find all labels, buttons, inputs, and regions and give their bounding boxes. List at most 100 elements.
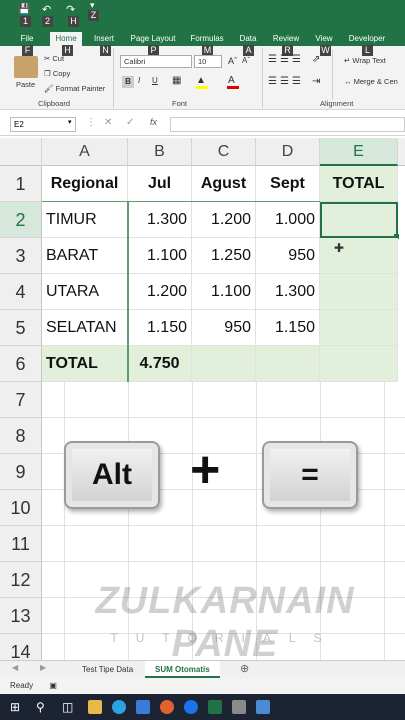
cell-a6[interactable]: TOTAL <box>42 346 128 382</box>
merge-center-button[interactable]: ↔ Merge & Cen <box>344 77 398 86</box>
shrink-font-icon[interactable]: Aˇ <box>242 56 250 65</box>
select-all-corner[interactable] <box>0 138 42 166</box>
cell-d3[interactable]: 950 <box>256 238 320 274</box>
cell-c3[interactable]: 1.250 <box>192 238 256 274</box>
cell-e6[interactable] <box>320 346 398 382</box>
undo-icon[interactable]: ↶ <box>42 3 51 16</box>
row-header-13[interactable]: 13 <box>0 598 42 634</box>
cell-b5[interactable]: 1.150 <box>128 310 192 346</box>
windows-start-icon[interactable]: ⊞ <box>10 700 24 714</box>
cell-e2-active[interactable] <box>320 202 398 238</box>
macro-record-icon[interactable]: ▣ <box>49 681 57 690</box>
cell-e3[interactable] <box>320 238 398 274</box>
app-icon[interactable] <box>232 700 246 714</box>
name-box[interactable]: E2 <box>10 117 76 132</box>
enter-icon[interactable]: ✓ <box>126 117 134 128</box>
cell-e5[interactable] <box>320 310 398 346</box>
tab-insert[interactable]: Insert <box>88 32 120 46</box>
redo-icon[interactable]: ↷ <box>66 3 75 16</box>
chrome-icon[interactable] <box>184 700 198 714</box>
column-header-a[interactable]: A <box>42 138 128 166</box>
row-header-5[interactable]: 5 <box>0 310 42 346</box>
excel-icon[interactable] <box>208 700 222 714</box>
indent-icon[interactable]: ⇥ <box>312 76 320 87</box>
row-header-10[interactable]: 10 <box>0 490 42 526</box>
cell-c6[interactable] <box>192 346 256 382</box>
cell-d5[interactable]: 1.150 <box>256 310 320 346</box>
next-sheet-icon[interactable]: ▶ <box>40 663 46 672</box>
app2-icon[interactable] <box>256 700 270 714</box>
borders-icon[interactable]: ▦ <box>172 75 181 86</box>
search-icon[interactable]: ⚲ <box>36 700 50 714</box>
wrap-text-button[interactable]: ↵ Wrap Text <box>344 56 386 65</box>
cell-b2[interactable]: 1.300 <box>128 202 192 238</box>
cell-e4[interactable] <box>320 274 398 310</box>
column-header-d[interactable]: D <box>256 138 320 166</box>
font-name-select[interactable]: Calibri <box>120 55 192 68</box>
row-header-11[interactable]: 11 <box>0 526 42 562</box>
cut-button[interactable]: ✂ Cut <box>44 54 64 63</box>
grow-font-icon[interactable]: Aˆ <box>228 56 237 66</box>
fill-color-icon[interactable]: ▲ <box>196 75 206 86</box>
sheet-tab-test-tipe-data[interactable]: Test Tipe Data <box>72 661 143 678</box>
customize-qat-icon[interactable]: ▾ <box>90 0 95 11</box>
add-sheet-icon[interactable]: ⊕ <box>240 662 249 675</box>
column-header-b[interactable]: B <box>128 138 192 166</box>
tab-developer[interactable]: Developer <box>344 32 390 46</box>
row-header-1[interactable]: 1 <box>0 166 42 202</box>
insert-function-icon[interactable]: fx <box>150 117 157 127</box>
cell-a3[interactable]: BARAT <box>42 238 128 274</box>
cell-d1[interactable]: Sept <box>256 166 320 202</box>
task-view-icon[interactable]: ◫ <box>62 700 76 714</box>
tab-home[interactable]: Home <box>50 32 82 46</box>
row-header-3[interactable]: 3 <box>0 238 42 274</box>
tab-formulas[interactable]: Formulas <box>186 32 228 46</box>
sheet-tab-sum-otomatis[interactable]: SUM Otomatis <box>145 661 220 678</box>
row-header-6[interactable]: 6 <box>0 346 42 382</box>
save-icon[interactable]: 💾 <box>18 4 30 15</box>
font-color-icon[interactable]: A <box>228 75 235 86</box>
cell-c2[interactable]: 1.200 <box>192 202 256 238</box>
formula-input[interactable] <box>170 117 405 132</box>
prev-sheet-icon[interactable]: ◀ <box>12 663 18 672</box>
paste-icon[interactable] <box>14 56 38 78</box>
cancel-icon[interactable]: ✕ <box>104 117 112 128</box>
column-header-f[interactable] <box>398 138 405 166</box>
row-header-12[interactable]: 12 <box>0 562 42 598</box>
store-icon[interactable] <box>136 700 150 714</box>
copy-button[interactable]: ❐ Copy <box>44 69 70 78</box>
cell-a1[interactable]: Regional <box>42 166 128 202</box>
cell-a2[interactable]: TIMUR <box>42 202 128 238</box>
row-header-2[interactable]: 2 <box>0 202 42 238</box>
cell-a4[interactable]: UTARA <box>42 274 128 310</box>
row-header-8[interactable]: 8 <box>0 418 42 454</box>
cell-b6[interactable]: 4.750 <box>128 346 192 382</box>
row-header-4[interactable]: 4 <box>0 274 42 310</box>
align-top-icons[interactable]: ☰☰☰ <box>268 54 304 65</box>
name-box-dropdown-icon[interactable]: ▾ <box>68 118 72 126</box>
orientation-icon[interactable]: ⇗ <box>312 54 320 65</box>
cell-d4[interactable]: 1.300 <box>256 274 320 310</box>
cell-c5[interactable]: 950 <box>192 310 256 346</box>
tab-data[interactable]: Data <box>234 32 262 46</box>
underline-button[interactable]: U <box>152 76 158 85</box>
align-left-icons[interactable]: ☰☰☰ <box>268 76 304 87</box>
tab-review[interactable]: Review <box>268 32 304 46</box>
tab-view[interactable]: View <box>310 32 338 46</box>
paste-button-label[interactable]: Paste <box>16 80 35 89</box>
cell-e1[interactable]: TOTAL <box>320 166 398 202</box>
row-header-9[interactable]: 9 <box>0 454 42 490</box>
cell-d2[interactable]: 1.000 <box>256 202 320 238</box>
bold-button[interactable]: B <box>122 76 134 88</box>
italic-button[interactable]: I <box>138 76 140 85</box>
tab-page-layout[interactable]: Page Layout <box>126 32 180 46</box>
cell-b4[interactable]: 1.200 <box>128 274 192 310</box>
file-explorer-icon[interactable] <box>88 700 102 714</box>
edge-icon[interactable] <box>112 700 126 714</box>
font-size-select[interactable]: 10 <box>194 55 222 68</box>
row-header-7[interactable]: 7 <box>0 382 42 418</box>
cell-b3[interactable]: 1.100 <box>128 238 192 274</box>
row-header-14[interactable]: 14 <box>0 634 42 662</box>
column-header-c[interactable]: C <box>192 138 256 166</box>
tab-file[interactable]: File <box>14 32 40 46</box>
